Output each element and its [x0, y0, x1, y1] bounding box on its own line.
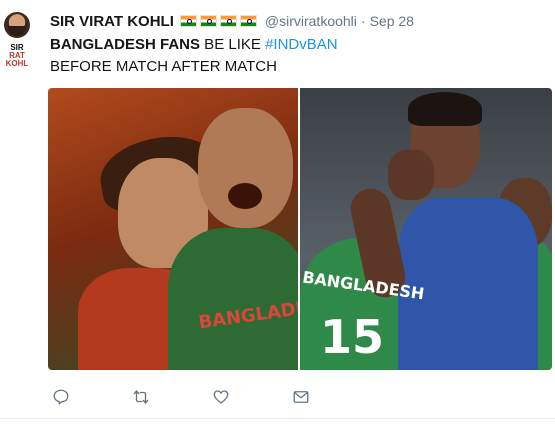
- tweet-timestamp[interactable]: Sep 28: [370, 13, 414, 29]
- like-button[interactable]: [210, 386, 232, 408]
- meta-separator: ·: [360, 13, 366, 29]
- india-flag-icon: [199, 15, 217, 27]
- media-photo-before[interactable]: BANGLADESH: [48, 88, 298, 370]
- avatar-text-bottom: RAT KOHL: [5, 51, 29, 67]
- direct-message-icon: [293, 391, 309, 403]
- like-icon: [213, 390, 229, 404]
- retweet-icon: [133, 390, 149, 404]
- tweet-text-line-1: BANGLADESH FANS BE LIKE #INDvBAN: [50, 36, 338, 53]
- tweet-header: SIR VIRAT KOHLI @sirviratkoohli · Sep 28: [50, 11, 414, 31]
- direct-message-button[interactable]: [290, 386, 312, 408]
- player-figure-head: [198, 108, 293, 228]
- tweet-media[interactable]: BANGLADESH BANGLADESH 15: [48, 88, 552, 370]
- tweet-text-plain: BE LIKE: [200, 36, 266, 53]
- author-handle[interactable]: @sirviratkoohli: [265, 13, 357, 29]
- player-figure-hair: [408, 92, 482, 126]
- tweet-text-bold: BANGLADESH FANS: [50, 36, 201, 53]
- flag-emoji-group: [179, 15, 260, 27]
- india-flag-icon: [219, 15, 237, 27]
- player-figure-mouth: [228, 183, 262, 209]
- tweet: SIR RAT KOHL SIR VIRAT KOHLI @sirviratko…: [0, 0, 555, 425]
- media-photo-after[interactable]: BANGLADESH 15: [300, 88, 552, 370]
- tweet-actions: [50, 386, 312, 408]
- reply-icon: [53, 389, 69, 405]
- tweet-divider: [0, 418, 555, 419]
- player-figure-hand: [388, 150, 434, 200]
- jersey-number: 15: [320, 310, 385, 364]
- india-flag-icon: [179, 15, 197, 27]
- hashtag-link[interactable]: #INDvBAN: [265, 36, 338, 53]
- tweet-text-line-2: BEFORE MATCH AFTER MATCH: [50, 58, 277, 75]
- avatar[interactable]: SIR RAT KOHL: [0, 10, 34, 66]
- player-figure-body: [168, 228, 298, 370]
- reply-button[interactable]: [50, 386, 72, 408]
- india-flag-icon: [239, 15, 257, 27]
- retweet-button[interactable]: [130, 386, 152, 408]
- author-name[interactable]: SIR VIRAT KOHLI: [50, 13, 174, 30]
